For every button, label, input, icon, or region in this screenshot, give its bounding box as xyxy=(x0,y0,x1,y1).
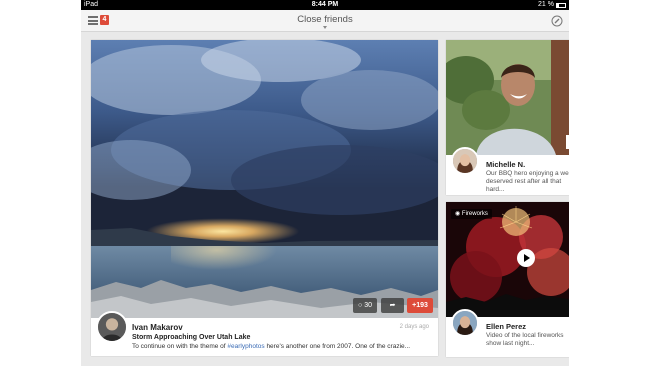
post-photo[interactable] xyxy=(91,40,438,318)
avatar[interactable] xyxy=(451,309,479,337)
comment-icon: ○ xyxy=(358,302,363,309)
avatar[interactable] xyxy=(96,311,128,343)
post-author[interactable]: Ellen Perez xyxy=(486,322,526,331)
post-title: Storm Approaching Over Utah Lake xyxy=(132,334,251,341)
share-icon: ➦ xyxy=(389,302,396,309)
share-button[interactable]: ➦ xyxy=(381,298,404,313)
avatar[interactable] xyxy=(451,147,479,175)
chevron-down-icon[interactable] xyxy=(323,26,327,29)
post-time: 2 days ago xyxy=(399,324,429,330)
post-card-main[interactable]: ○ 30 ➦ +193 Ivan Makarov 2 days ago Stor… xyxy=(91,40,438,356)
post-text: Our BBQ hero enjoying a well-deserved re… xyxy=(486,170,569,193)
post-card-side[interactable]: ◉ Fireworks Ellen Perez Video of the loc… xyxy=(446,202,569,357)
post-author[interactable]: Michelle N. xyxy=(486,160,525,169)
post-footer: Ivan Makarov 2 days ago Storm Approachin… xyxy=(91,311,438,356)
battery-icon xyxy=(556,2,566,8)
post-photo[interactable] xyxy=(446,40,569,155)
post-video-thumbnail[interactable] xyxy=(446,202,569,317)
post-card-side[interactable]: Michelle N. Our BBQ hero enjoying a well… xyxy=(446,40,569,195)
post-text: To continue on with the theme of #earlyp… xyxy=(132,343,432,350)
post-text-start: To continue on with the theme of xyxy=(132,343,228,350)
play-icon[interactable] xyxy=(517,249,535,267)
battery-percent: 21 % xyxy=(538,1,554,8)
post-footer: Ellen Perez Video of the local fireworks… xyxy=(446,309,569,357)
plus-one-button[interactable]: +193 xyxy=(407,298,433,313)
post-text-end: here's another one from 2007. One of the… xyxy=(264,343,411,350)
post-footer: Michelle N. Our BBQ hero enjoying a well… xyxy=(446,147,569,195)
post-author[interactable]: Ivan Makarov xyxy=(132,323,183,332)
status-time: 8:44 PM xyxy=(311,1,339,8)
video-tag-text: Fireworks xyxy=(461,211,488,217)
comment-count: 30 xyxy=(364,302,372,309)
post-text: Video of the local fireworks show last n… xyxy=(486,332,564,347)
video-label: ◉ Fireworks xyxy=(451,209,492,219)
battery-indicator: 21 % xyxy=(538,0,566,10)
status-bar: iPad 8:44 PM 21 % xyxy=(81,0,569,10)
compose-icon[interactable] xyxy=(551,15,563,27)
tablet-screen: iPad 8:44 PM 21 % 4 Close friends ○ 30 ➦… xyxy=(81,0,569,366)
circle-selector[interactable]: Close friends xyxy=(81,14,569,25)
app-bar: 4 Close friends xyxy=(81,10,569,32)
hashtag-link[interactable]: #earlyphotos xyxy=(227,343,264,350)
comment-button[interactable]: ○ 30 xyxy=(353,298,377,313)
video-icon: ◉ xyxy=(455,211,462,217)
